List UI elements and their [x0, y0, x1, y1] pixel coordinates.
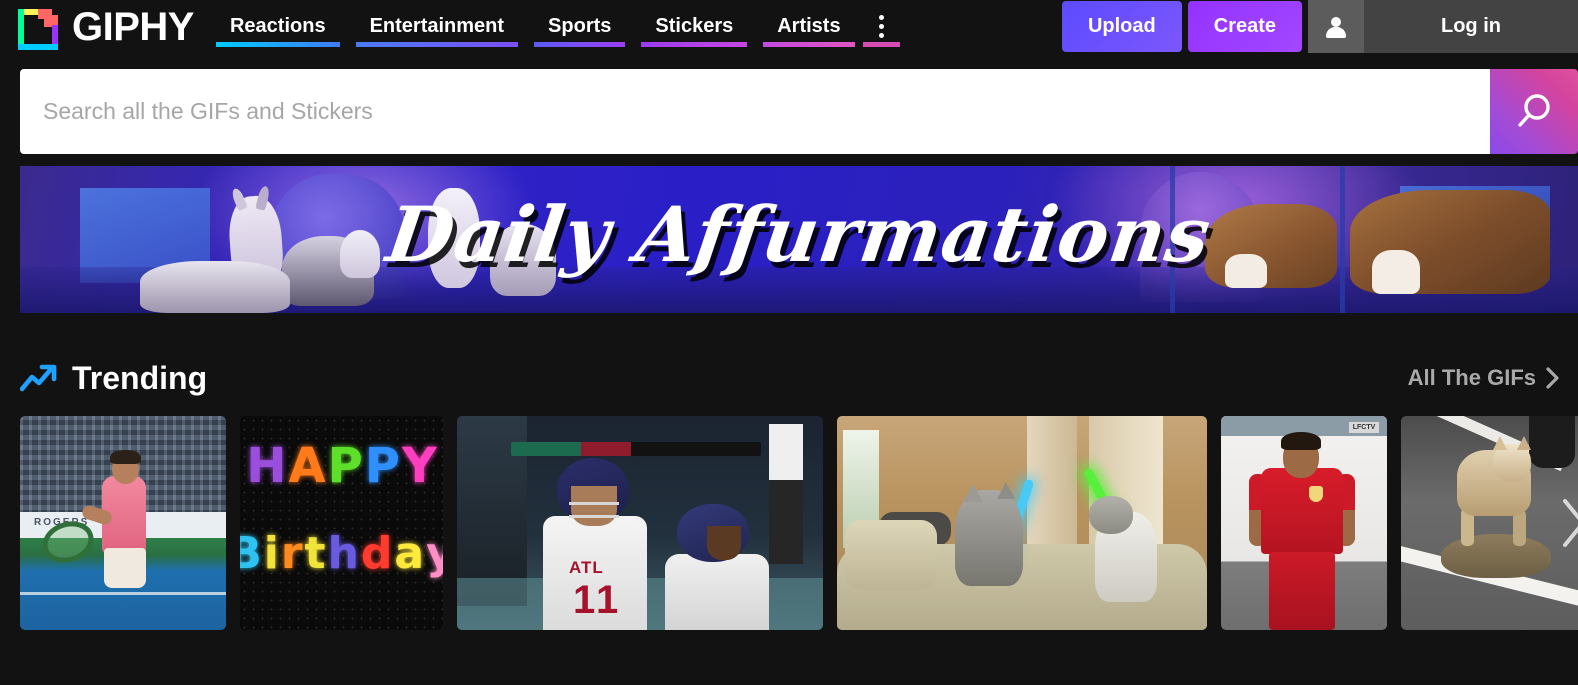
- trending-carousel[interactable]: ROGERS HAPPY Birthday ATL 11 LFCTV: [20, 416, 1578, 630]
- chevron-right-icon: [1546, 367, 1559, 389]
- search-bar: [20, 69, 1578, 154]
- nav-underline: [763, 42, 855, 47]
- gif-jersey-team: ATL: [569, 558, 604, 577]
- all-gifs-link[interactable]: All The GIFs: [1408, 365, 1560, 391]
- nav-underline: [534, 42, 626, 47]
- trending-gif-card[interactable]: ATL 11: [457, 416, 823, 630]
- gif-cat: [955, 490, 1023, 586]
- giphy-logo-icon: [18, 6, 58, 50]
- nav-underline: [215, 42, 340, 47]
- nav-item-reactions[interactable]: Reactions: [208, 0, 348, 53]
- gif-text-line-1: HAPPY: [246, 438, 437, 494]
- login-button[interactable]: Log in: [1364, 0, 1578, 53]
- nav-item-artists[interactable]: Artists: [755, 0, 862, 53]
- gif-dog-ear: [1493, 436, 1507, 450]
- search-button[interactable]: [1490, 69, 1578, 154]
- trending-gif-card[interactable]: HAPPY Birthday: [240, 416, 443, 630]
- search-icon: [1518, 93, 1550, 127]
- brand-name: GIPHY: [72, 4, 194, 49]
- main-nav: Reactions Entertainment Sports Stickers …: [208, 0, 900, 53]
- trending-gif-card[interactable]: [837, 416, 1207, 630]
- gif-jersey-number: 11: [573, 578, 622, 622]
- gif-player-legs: [1269, 552, 1335, 630]
- avatar-button[interactable]: [1308, 0, 1364, 53]
- trending-gif-card[interactable]: ROGERS: [20, 416, 226, 630]
- gif-cat-ear: [963, 484, 983, 502]
- trending-gif-card[interactable]: LFCTV: [1221, 416, 1387, 630]
- gif-player-hair: [1281, 432, 1321, 450]
- upload-button[interactable]: Upload: [1061, 1, 1182, 52]
- nav-item-sports[interactable]: Sports: [526, 0, 633, 53]
- gif-tv-tag: LFCTV: [1349, 422, 1379, 433]
- gif-player-shorts: [104, 548, 146, 588]
- gif-cushion: [845, 520, 937, 590]
- gif-tortoise: [1441, 534, 1551, 578]
- carousel-next-icon: [1563, 499, 1578, 547]
- gif-court-line: [20, 592, 226, 595]
- gif-club-crest: [1309, 486, 1323, 502]
- carousel-next-button[interactable]: [1553, 493, 1578, 553]
- gif-dog-ear: [1517, 436, 1531, 450]
- user-avatar-icon: [1326, 16, 1346, 38]
- site-header: GIPHY Reactions Entertainment Sports Sti…: [0, 0, 1578, 53]
- nav-item-entertainment[interactable]: Entertainment: [348, 0, 526, 53]
- gif-referee: [769, 424, 803, 564]
- nav-underline: [641, 42, 748, 47]
- gif-cat-head: [1089, 496, 1133, 534]
- search-input[interactable]: [20, 69, 1490, 154]
- gif-pedestrian: [1529, 416, 1575, 468]
- trending-arrow-icon: [20, 364, 57, 392]
- gif-player-hair: [110, 450, 141, 464]
- trending-gif-card[interactable]: [1401, 416, 1578, 630]
- nav-item-stickers[interactable]: Stickers: [633, 0, 755, 53]
- gif-player-body: [665, 554, 769, 630]
- gif-scoreboard-bar: [511, 442, 761, 456]
- gif-player-facemask: [569, 502, 619, 518]
- gif-player-face: [707, 526, 741, 560]
- gif-player-body: [1261, 468, 1343, 554]
- nav-more-menu-button[interactable]: [862, 0, 900, 53]
- nav-underline: [355, 42, 519, 47]
- all-gifs-label: All The GIFs: [1407, 365, 1536, 390]
- nav-underline: [862, 42, 900, 47]
- create-button[interactable]: Create: [1187, 1, 1302, 52]
- brand-logo[interactable]: GIPHY: [0, 0, 208, 53]
- banner-title: Daily Affurmations: [381, 190, 1217, 279]
- gif-cat-ear: [997, 482, 1015, 499]
- trending-header: Trending All The GIFs: [20, 358, 1560, 398]
- header-actions: Upload Create Log in: [1061, 0, 1578, 53]
- featured-banner[interactable]: Daily Affurmations: [20, 166, 1578, 313]
- page-title: Trending: [72, 359, 208, 396]
- gif-text-line-2: Birthday: [240, 528, 443, 579]
